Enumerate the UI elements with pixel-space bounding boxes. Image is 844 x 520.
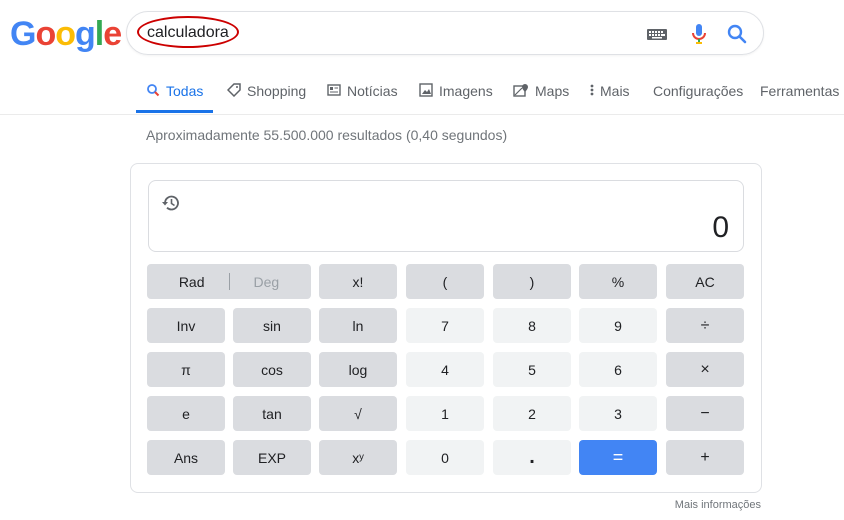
digit-2-button[interactable]: 2 — [493, 396, 571, 431]
equals-button[interactable]: = — [579, 440, 657, 475]
logo-letter: l — [94, 15, 105, 53]
results-stats: Aproximadamente 55.500.000 resultados (0… — [146, 127, 508, 143]
rad-deg-toggle[interactable]: Rad Deg — [147, 264, 311, 299]
log-button[interactable]: log — [319, 352, 397, 387]
digit-5-button[interactable]: 5 — [493, 352, 571, 387]
sqrt-button[interactable]: √ — [319, 396, 397, 431]
search-box[interactable]: calculadora — [126, 11, 764, 55]
more-info-link[interactable]: Mais informações — [675, 499, 761, 511]
tab-shopping[interactable]: Shopping — [226, 76, 307, 113]
tag-icon — [226, 83, 241, 100]
search-query: calculadora — [147, 24, 229, 41]
tab-mais[interactable]: Mais — [590, 76, 630, 113]
multiply-button[interactable]: × — [666, 352, 744, 387]
tab-label: Notícias — [347, 83, 398, 99]
search-icon[interactable] — [725, 22, 749, 46]
digit-0-button[interactable]: 0 — [406, 440, 484, 475]
divide-button[interactable]: ÷ — [666, 308, 744, 343]
deg-label[interactable]: Deg — [254, 274, 280, 290]
tab-maps[interactable]: Maps — [513, 76, 569, 113]
tab-configuracoes[interactable]: Configurações — [653, 76, 743, 113]
divider — [228, 273, 230, 290]
plus-button[interactable]: + — [666, 440, 744, 475]
search-icon — [146, 83, 160, 100]
tab-label: Imagens — [439, 83, 493, 99]
map-icon — [513, 83, 529, 100]
open-paren-button[interactable]: ( — [406, 264, 484, 299]
microphone-icon[interactable] — [687, 22, 711, 46]
search-input[interactable]: calculadora — [137, 16, 243, 50]
logo-letter: e — [103, 15, 122, 53]
logo-letter: o — [55, 15, 76, 53]
search-tabs: Todas Shopping Notícias Imagens Maps Mai… — [0, 76, 844, 115]
logo-letter: g — [75, 15, 96, 53]
digit-1-button[interactable]: 1 — [406, 396, 484, 431]
tan-button[interactable]: tan — [233, 396, 311, 431]
minus-button[interactable]: − — [666, 396, 744, 431]
more-vert-icon — [590, 83, 594, 100]
keyboard-icon[interactable] — [646, 22, 670, 46]
power-button[interactable]: xʸ — [319, 440, 397, 475]
tab-label: Maps — [535, 83, 570, 99]
digit-8-button[interactable]: 8 — [493, 308, 571, 343]
logo-letter: o — [35, 15, 56, 53]
pi-button[interactable]: π — [147, 352, 225, 387]
digit-9-button[interactable]: 9 — [579, 308, 657, 343]
factorial-button[interactable]: x! — [319, 264, 397, 299]
tab-label: Ferramentas — [760, 83, 840, 99]
calculator-display: 0 — [148, 180, 744, 252]
history-icon[interactable] — [161, 193, 181, 218]
euler-button[interactable]: e — [147, 396, 225, 431]
digit-7-button[interactable]: 7 — [406, 308, 484, 343]
tab-label: Todas — [166, 83, 204, 99]
google-logo[interactable]: Google — [10, 15, 122, 53]
tab-label: Shopping — [247, 83, 307, 99]
inverse-button[interactable]: Inv — [147, 308, 225, 343]
percent-button[interactable]: % — [579, 264, 657, 299]
tab-ferramentas[interactable]: Ferramentas — [760, 76, 839, 113]
digit-6-button[interactable]: 6 — [579, 352, 657, 387]
exp-button[interactable]: EXP — [233, 440, 311, 475]
ans-button[interactable]: Ans — [147, 440, 225, 475]
digit-3-button[interactable]: 3 — [579, 396, 657, 431]
tab-imagens[interactable]: Imagens — [419, 76, 493, 113]
ln-button[interactable]: ln — [319, 308, 397, 343]
news-icon — [327, 83, 341, 100]
all-clear-button[interactable]: AC — [666, 264, 744, 299]
tab-label: Mais — [600, 83, 630, 99]
logo-letter: G — [10, 15, 36, 53]
close-paren-button[interactable]: ) — [493, 264, 571, 299]
cos-button[interactable]: cos — [233, 352, 311, 387]
rad-label[interactable]: Rad — [179, 274, 205, 290]
display-value: 0 — [712, 211, 729, 244]
tab-todas[interactable]: Todas — [136, 76, 213, 113]
tab-label: Configurações — [653, 83, 744, 99]
tab-noticias[interactable]: Notícias — [327, 76, 398, 113]
image-icon — [419, 83, 433, 100]
sin-button[interactable]: sin — [233, 308, 311, 343]
digit-4-button[interactable]: 4 — [406, 352, 484, 387]
decimal-point-button[interactable]: . — [493, 440, 571, 475]
